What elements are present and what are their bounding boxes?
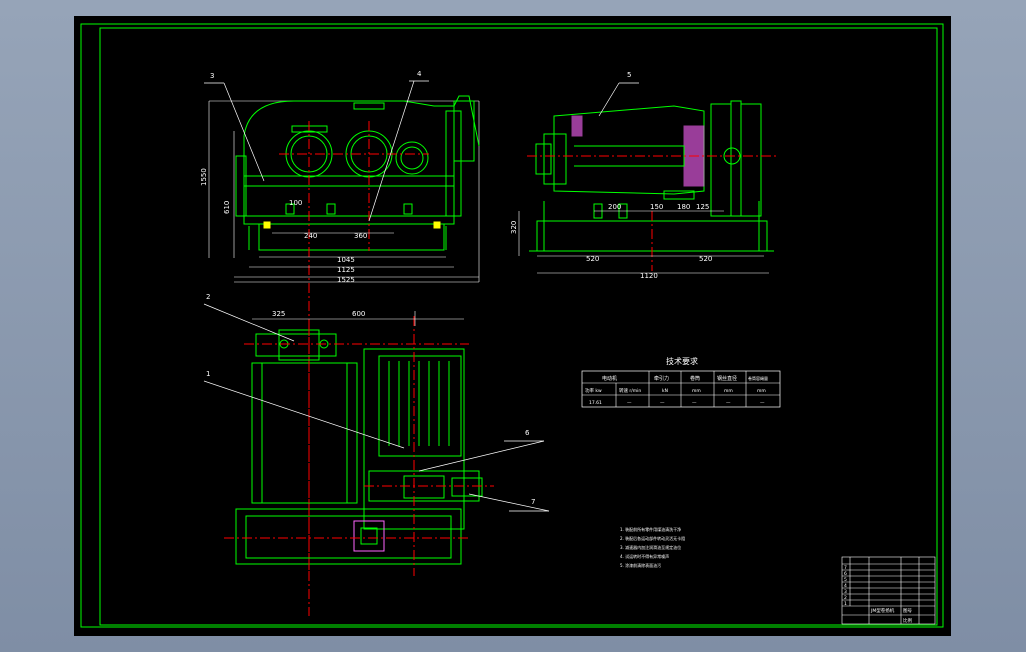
- tb-name: JM型卷扬机: [870, 607, 895, 614]
- tb-row-3: 3: [844, 589, 847, 595]
- top-view: [224, 316, 494, 576]
- dim-150: 150: [650, 203, 663, 211]
- balloon-2: 2: [206, 293, 210, 301]
- balloon-3: 3: [210, 72, 214, 80]
- table-header-rope: 钢丝直径: [717, 375, 737, 382]
- cad-viewport: 3 4 1550 610 100 240 360 1045 1125 1525: [0, 0, 1026, 652]
- table-row1-c4: mm: [692, 389, 701, 394]
- dim-1550: 1550: [200, 168, 208, 186]
- table-row2-c3: —: [660, 401, 665, 406]
- dim-180: 180: [677, 203, 690, 211]
- table-row2-c4: —: [692, 401, 697, 406]
- note-line: 2. 装配后各运动部件转动灵活无卡阻: [620, 535, 685, 541]
- tb-row-4: 4: [844, 583, 847, 589]
- tb-row-6: 6: [844, 571, 847, 577]
- dim-600: 600: [352, 310, 365, 318]
- balloon-5: 5: [627, 71, 631, 79]
- table-header-capacity: 卷筒容绳量: [748, 375, 768, 381]
- tb-label-a: 图号: [903, 608, 912, 614]
- balloon-7: 7: [531, 498, 535, 506]
- table-header-motor: 电动机: [602, 375, 617, 382]
- tb-row-5: 5: [844, 577, 847, 583]
- balloon-6: 6: [525, 429, 530, 437]
- note-line: 1. 装配前所有零件用煤油清洗干净: [620, 526, 681, 532]
- outer-border: [80, 23, 944, 628]
- table-row1-c2: 转速 r/min: [619, 387, 641, 394]
- table-row2-c2: —: [627, 401, 632, 406]
- leader-7: [468, 493, 550, 512]
- side-view: [527, 100, 779, 271]
- tb-row-1: 1: [844, 601, 847, 607]
- tb-row-2: 2: [844, 595, 847, 601]
- table-row1-c5: mm: [724, 389, 733, 394]
- table-header-drum: 卷筒: [690, 375, 700, 382]
- tb-label-b: 比例: [903, 617, 912, 624]
- table-row2-c5: —: [726, 401, 731, 406]
- dim-320: 320: [510, 221, 518, 234]
- tb-row-7: 7: [844, 565, 847, 571]
- dim-200: 200: [608, 203, 621, 211]
- table-header-force: 牵引力: [654, 375, 669, 382]
- leader-1: [203, 380, 405, 449]
- table-row2-c1: 17.61: [589, 400, 602, 406]
- inner-border: [99, 27, 938, 626]
- table-row1-c6: mm: [757, 389, 766, 394]
- note-line: 3. 减速器内加注润滑油至规定油位: [620, 544, 681, 550]
- notes: 1. 装配前所有零件用煤油清洗干净 2. 装配后各运动部件转动灵活无卡阻 3. …: [620, 526, 685, 568]
- tech-table-title: 技术要求: [666, 356, 698, 366]
- balloon-4: 4: [417, 70, 422, 78]
- drawing-canvas[interactable]: 3 4 1550 610 100 240 360 1045 1125 1525: [74, 16, 951, 636]
- dim-125: 125: [696, 203, 709, 211]
- table-row1-c1: 功率 kw: [585, 387, 602, 394]
- dim-610: 610: [223, 201, 231, 214]
- dim-325: 325: [272, 310, 285, 318]
- note-line: 4. 试运转时不得有异常噪声: [620, 553, 669, 559]
- tech-table: 技术要求 电动机 牵引力 卷筒 钢丝直径 卷筒容绳量 功率 kw 转速 r/mi…: [581, 356, 781, 408]
- note-line: 5. 涂漆前清除表面油污: [620, 562, 661, 568]
- leader-4: [368, 80, 415, 222]
- table-row2-c6: —: [760, 401, 765, 406]
- dim-100: 100: [289, 199, 302, 207]
- balloon-1: 1: [206, 370, 210, 378]
- drawing-svg: 3 4 1550 610 100 240 360 1045 1125 1525: [80, 23, 944, 628]
- table-row1-c3: kN: [662, 388, 668, 394]
